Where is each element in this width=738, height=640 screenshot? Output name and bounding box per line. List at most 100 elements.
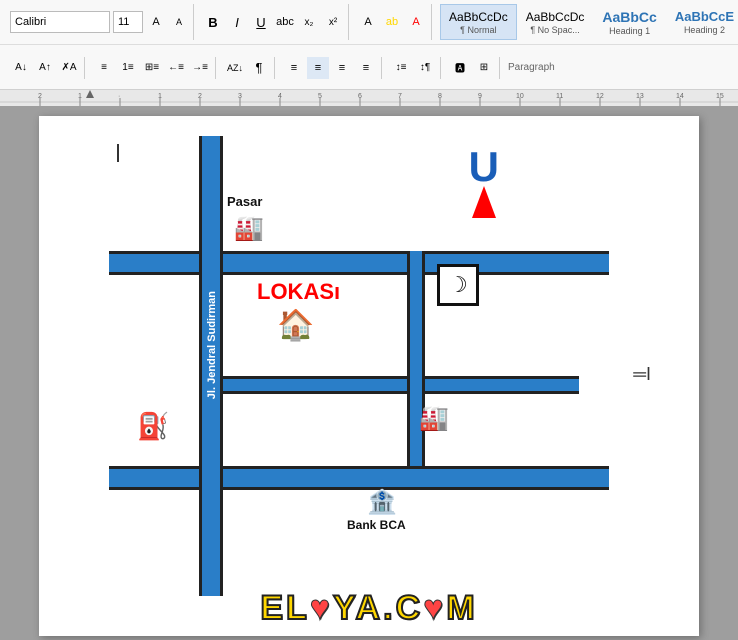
shading-btn[interactable]: 🅰 <box>449 57 471 79</box>
font-color-btn[interactable]: A <box>405 11 427 33</box>
svg-text:1: 1 <box>158 93 162 100</box>
style-h1-label: Heading 1 <box>609 26 650 36</box>
font-size-down-btn[interactable]: A↓ <box>10 57 32 79</box>
justify-btn[interactable]: ≡ <box>355 57 377 79</box>
multilevel-btn[interactable]: ⊞≡ <box>141 57 163 79</box>
highlight-btn[interactable]: ab <box>381 11 403 33</box>
bold-btn[interactable]: B <box>202 11 224 33</box>
style-h2-preview: AaBbCcE <box>675 9 734 24</box>
north-u-label: U <box>469 146 499 188</box>
strikethrough-btn[interactable]: abc <box>274 11 296 33</box>
text-effects-btn[interactable]: A <box>357 11 379 33</box>
font-name-input[interactable] <box>10 11 110 33</box>
style-nospace-preview: AaBbCcDc <box>526 10 585 24</box>
mosque-symbol: ☽ <box>448 272 468 298</box>
watermark-heart1: ♥ <box>310 589 333 627</box>
paragraph-label: Paragraph <box>508 62 555 73</box>
watermark-com: C <box>396 589 424 627</box>
watermark-m: M <box>446 589 477 627</box>
style-normal[interactable]: AaBbCcDc ¶ Normal <box>440 4 517 40</box>
svg-text:10: 10 <box>516 93 524 100</box>
document-page[interactable]: U Jl. Jendral Sudirman Pasar 🏭 ☽ <box>39 116 699 636</box>
north-arrow <box>472 186 496 218</box>
svg-text:12: 12 <box>596 93 604 100</box>
style-nospace-label: ¶ No Spac... <box>530 25 579 35</box>
factory-right-icon: 🏭 <box>419 404 449 433</box>
numbered-btn[interactable]: 1≡ <box>117 57 139 79</box>
gas-station-icon: ⛽ <box>137 411 169 442</box>
location-text: LOKASı <box>257 279 340 305</box>
ribbon: A A B I U abc x₂ x² A ab A AaBbCcDc ¶ No… <box>0 0 738 90</box>
svg-text:·: · <box>118 93 120 100</box>
road-horizontal-2 <box>199 376 579 394</box>
shading-group: 🅰 ⊞ <box>445 57 500 79</box>
mosque-box: ☽ <box>437 264 479 306</box>
sort-group: AZ↓ ¶ <box>220 57 275 79</box>
font-size-input[interactable] <box>113 11 143 33</box>
text-format-group: B I U abc x₂ x² <box>198 4 349 40</box>
style-h2-label: Heading 2 <box>684 25 725 35</box>
svg-text:1: 1 <box>78 93 82 100</box>
svg-text:9: 9 <box>478 93 482 100</box>
pasar-icon: 🏭 <box>234 214 264 243</box>
ribbon-top-row: A A B I U abc x₂ x² A ab A AaBbCcDc ¶ No… <box>0 0 738 45</box>
clear-format-btn[interactable]: ✗A <box>58 57 80 79</box>
borders-btn[interactable]: ⊞ <box>473 57 495 79</box>
align-center-btn[interactable]: ≡ <box>307 57 329 79</box>
sort-btn[interactable]: AZ↓ <box>224 57 246 79</box>
ribbon-bottom-row: A↓ A↑ ✗A ≡ 1≡ ⊞≡ ←≡ →≡ AZ↓ ¶ ≡ ≡ ≡ ≡ ↕≡ … <box>0 45 738 90</box>
svg-text:7: 7 <box>398 93 402 100</box>
bank-label: Bank BCA <box>347 518 406 532</box>
decrease-font-btn[interactable]: A <box>146 12 166 32</box>
bullets-btn[interactable]: ≡ <box>93 57 115 79</box>
svg-text:4: 4 <box>278 93 282 100</box>
style-heading2[interactable]: AaBbCcE Heading 2 <box>666 4 738 40</box>
ruler: 2 1 · 1 2 3 4 5 6 7 8 9 10 11 <box>0 90 738 106</box>
svg-text:6: 6 <box>358 93 362 100</box>
style-heading1[interactable]: AaBbCc Heading 1 <box>593 4 665 40</box>
line-spacing-btn[interactable]: ↕≡ <box>390 57 412 79</box>
location-icon: 🏠 <box>277 308 314 343</box>
text-cursor-right: ═I <box>633 364 651 385</box>
align-left-btn[interactable]: ≡ <box>283 57 305 79</box>
style-no-space[interactable]: AaBbCcDc ¶ No Spac... <box>517 4 594 40</box>
road-horizontal-3 <box>109 466 609 490</box>
svg-text:15: 15 <box>716 93 724 100</box>
svg-text:14: 14 <box>676 93 684 100</box>
italic-btn[interactable]: I <box>226 11 248 33</box>
svg-text:11: 11 <box>556 93 563 100</box>
spacing-group: ↕≡ ↕¶ <box>386 57 441 79</box>
increase-font-btn[interactable]: A <box>169 12 189 32</box>
document-area: U Jl. Jendral Sudirman Pasar 🏭 ☽ <box>0 106 738 640</box>
list-group: ≡ 1≡ ⊞≡ ←≡ →≡ <box>89 57 216 79</box>
north-indicator: U <box>469 146 499 218</box>
superscript-btn[interactable]: x² <box>322 11 344 33</box>
font-name-group: A A <box>6 4 194 40</box>
svg-text:8: 8 <box>438 93 442 100</box>
road-label: Jl. Jendral Sudirman <box>206 291 218 399</box>
watermark-heart2: ♥ <box>423 589 446 627</box>
font-size-up-btn[interactable]: A↑ <box>34 57 56 79</box>
font-bottom-group: A↓ A↑ ✗A <box>6 57 85 79</box>
style-h1-preview: AaBbCc <box>602 9 656 25</box>
watermark-ya: YA <box>333 589 383 627</box>
pasar-label: Pasar <box>227 194 262 209</box>
svg-text:5: 5 <box>318 93 322 100</box>
show-marks-btn[interactable]: ¶ <box>248 57 270 79</box>
watermark-text: EL <box>260 589 309 627</box>
underline-btn[interactable]: U <box>250 11 272 33</box>
styles-panel: AaBbCcDc ¶ Normal AaBbCcDc ¶ No Spac... … <box>440 2 738 42</box>
road-horizontal-1 <box>109 251 609 275</box>
bank-icon: 🏦 <box>367 488 397 517</box>
svg-text:13: 13 <box>636 93 644 100</box>
style-normal-label: ¶ Normal <box>460 25 496 35</box>
map-container: U Jl. Jendral Sudirman Pasar 🏭 ☽ <box>109 136 609 596</box>
increase-indent-btn[interactable]: →≡ <box>189 57 211 79</box>
watermark: EL♥YA.C♥M <box>260 589 477 628</box>
subscript-btn[interactable]: x₂ <box>298 11 320 33</box>
align-right-btn[interactable]: ≡ <box>331 57 353 79</box>
paragraph-spacing-btn[interactable]: ↕¶ <box>414 57 436 79</box>
svg-text:2: 2 <box>198 93 202 100</box>
decrease-indent-btn[interactable]: ←≡ <box>165 57 187 79</box>
svg-text:3: 3 <box>238 93 242 100</box>
